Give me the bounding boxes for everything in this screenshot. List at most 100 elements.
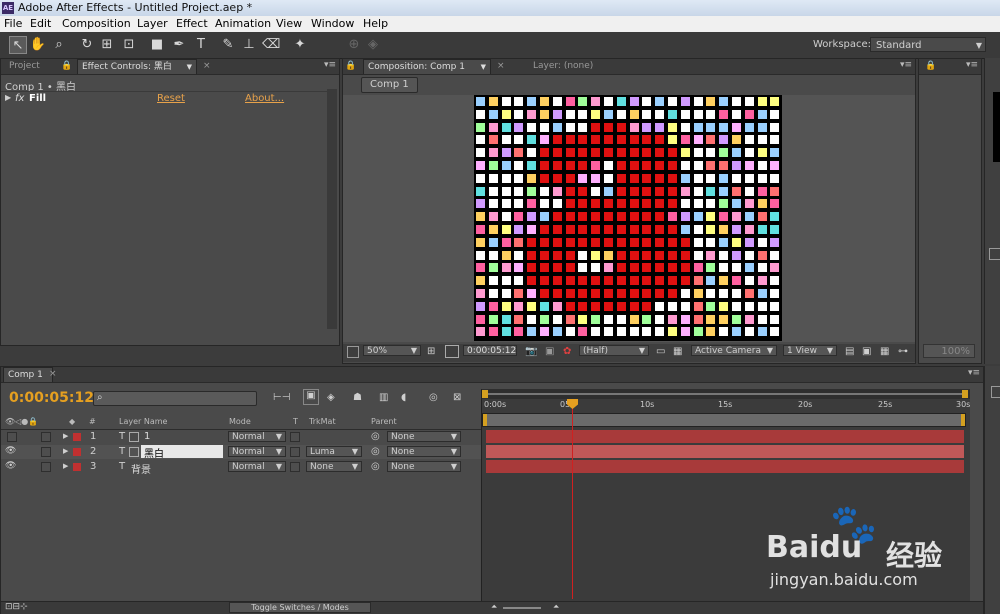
eraser-tool-icon[interactable]: ⌫ <box>262 36 280 54</box>
camera-tool-icon[interactable]: ⊞ <box>98 36 116 54</box>
puppet-tool-icon[interactable]: ✦ <box>291 36 309 54</box>
layer-name[interactable]: 背景 <box>131 461 151 476</box>
pickwhip-icon[interactable]: ◎ <box>371 446 380 457</box>
zoom-tool-icon[interactable]: ⌕ <box>50 36 68 54</box>
preserve-transparency[interactable] <box>290 447 300 457</box>
mode-select[interactable]: Normal ▼ <box>228 461 286 472</box>
fx-toggle[interactable]: fx <box>15 93 24 104</box>
panel-menu-icon[interactable]: ▾≡ <box>966 60 978 70</box>
hide-shy-layers-icon[interactable]: ☗ <box>353 392 362 403</box>
hand-tool-icon[interactable]: ✋ <box>29 36 47 54</box>
about-link[interactable]: About... <box>245 93 284 104</box>
graph-editor-icon[interactable]: ⊠ <box>453 392 461 403</box>
current-time-display[interactable]: 0:00:05:12 <box>463 345 517 356</box>
lock-icon[interactable]: 🔒 <box>345 59 359 74</box>
safe-zones-icon[interactable] <box>445 345 459 358</box>
preview-zoom[interactable]: 100% <box>923 344 975 358</box>
expand-triangle-icon[interactable]: ▶ <box>5 93 11 102</box>
layer-row-2[interactable]: 👁 ▶ 2 T 黑白 Normal ▼ Luma ▼ ◎ None ▼ <box>1 445 481 460</box>
flowchart-icon[interactable]: ⊶ <box>898 346 908 357</box>
grid-icon[interactable]: ⊞ <box>427 346 435 357</box>
brush-tool-icon[interactable]: ✎ <box>219 36 237 54</box>
preserve-transparency[interactable] <box>290 462 300 472</box>
current-timecode[interactable]: 0:00:05:12 <box>9 390 94 406</box>
layer-bar-2[interactable] <box>486 445 964 458</box>
lock-icon[interactable]: 🔒 <box>61 59 72 74</box>
pen-tool-icon[interactable]: ✒ <box>170 36 188 54</box>
layer-name[interactable]: 黑白 <box>141 445 223 460</box>
preserve-transparency[interactable] <box>290 432 300 442</box>
menu-effect[interactable]: Effect <box>176 16 208 32</box>
menu-view[interactable]: View <box>276 16 302 32</box>
navigator-end-handle[interactable] <box>962 390 968 398</box>
pan-behind-tool-icon[interactable]: ⊡ <box>120 36 138 54</box>
panel-toggle-icon[interactable] <box>991 386 1000 398</box>
rectangle-tool-icon[interactable]: ■ <box>148 36 166 54</box>
menu-help[interactable]: Help <box>363 16 388 32</box>
label-color[interactable] <box>73 433 81 441</box>
composition-viewer[interactable] <box>343 95 915 342</box>
menu-file[interactable]: File <box>4 16 22 32</box>
zoom-out-icon[interactable]: ⏶ <box>491 602 497 612</box>
workspace-select[interactable]: Standard ▼ <box>870 37 986 52</box>
transparency-grid-icon[interactable]: ▦ <box>673 346 682 357</box>
search-icon[interactable] <box>989 248 1000 260</box>
live-update-icon[interactable]: ▣ <box>303 389 319 405</box>
mode-select[interactable]: Normal ▼ <box>228 431 286 442</box>
navigator-bar[interactable] <box>482 389 970 399</box>
parent-select[interactable]: None ▼ <box>387 446 461 457</box>
layer-name[interactable]: 1 <box>144 431 150 442</box>
scrollbar[interactable] <box>327 89 337 329</box>
layer-row-1[interactable]: ▶ 1 T 1 Normal ▼ ◎ None ▼ <box>1 430 481 444</box>
mode-select[interactable]: Normal ▼ <box>228 446 286 457</box>
panel-menu-icon[interactable]: ▾≡ <box>324 60 336 70</box>
menu-layer[interactable]: Layer <box>137 16 168 32</box>
tab-project[interactable]: Project <box>5 59 44 74</box>
show-snapshot-icon[interactable]: ▣ <box>545 346 554 357</box>
menu-animation[interactable]: Animation <box>215 16 271 32</box>
channel-rgb-icon[interactable]: ✿ <box>563 346 571 357</box>
reset-link[interactable]: Reset <box>157 93 185 104</box>
tab-layer[interactable]: Layer: (none) <box>529 59 597 74</box>
timeline-icon[interactable]: ▦ <box>880 346 889 357</box>
expand-triangle-icon[interactable]: ▶ <box>63 432 68 440</box>
fast-previews-icon[interactable]: ▣ <box>862 346 871 357</box>
time-ruler[interactable]: 0:00s 05s 10s 15s 20s 25s 30s <box>482 399 970 413</box>
comp-navigator-button[interactable]: Comp 1 <box>361 77 418 93</box>
pickwhip-icon[interactable]: ◎ <box>371 431 380 442</box>
frame-blending-icon[interactable]: ▥ <box>379 392 388 403</box>
draft-3d-icon[interactable]: ◈ <box>327 392 335 403</box>
zoom-in-icon[interactable]: ⏶ <box>553 602 559 612</box>
expand-triangle-icon[interactable]: ▶ <box>63 447 68 455</box>
expand-triangle-icon[interactable]: ▶ <box>63 462 68 470</box>
close-icon[interactable]: × <box>493 59 509 74</box>
trkmat-select[interactable]: None ▼ <box>306 461 362 472</box>
work-area-end[interactable] <box>961 414 965 426</box>
close-icon[interactable]: × <box>45 367 61 382</box>
camera-view-select[interactable]: Active Camera ▼ <box>691 345 777 356</box>
clone-stamp-tool-icon[interactable]: ⊥ <box>240 36 258 54</box>
lock-switch[interactable] <box>41 462 51 472</box>
type-tool-icon[interactable]: T <box>192 36 210 54</box>
eye-icon[interactable]: 👁 <box>5 446 16 456</box>
always-preview-icon[interactable] <box>347 346 359 358</box>
layer-row-3[interactable]: 👁 ▶ 3 T 背景 Normal ▼ None ▼ ◎ None ▼ <box>1 460 481 476</box>
lock-icon[interactable]: 🔒 <box>921 59 940 74</box>
menu-edit[interactable]: Edit <box>30 16 51 32</box>
comp-mini-flowchart-icon[interactable]: ⊢⊣ <box>273 392 290 403</box>
toggle-switches-modes-button[interactable]: Toggle Switches / Modes <box>229 602 371 613</box>
label-color[interactable] <box>73 463 81 471</box>
resolution-select[interactable]: (Half) ▼ <box>579 345 649 356</box>
visibility-switch[interactable] <box>7 432 17 442</box>
brainstorm-icon[interactable]: ◎ <box>429 392 438 403</box>
rotate-tool-icon[interactable]: ↻ <box>78 36 96 54</box>
menu-composition[interactable]: Composition <box>62 16 131 32</box>
lock-switch[interactable] <box>41 447 51 457</box>
snapshot-icon[interactable]: 📷 <box>525 346 537 357</box>
label-color[interactable] <box>73 448 81 456</box>
region-of-interest-icon[interactable]: ▭ <box>656 346 665 357</box>
panel-menu-icon[interactable]: ▾≡ <box>968 368 980 378</box>
selection-tool-icon[interactable]: ↖ <box>9 36 27 54</box>
panel-menu-icon[interactable]: ▾≡ <box>900 60 912 70</box>
parent-select[interactable]: None ▼ <box>387 461 461 472</box>
